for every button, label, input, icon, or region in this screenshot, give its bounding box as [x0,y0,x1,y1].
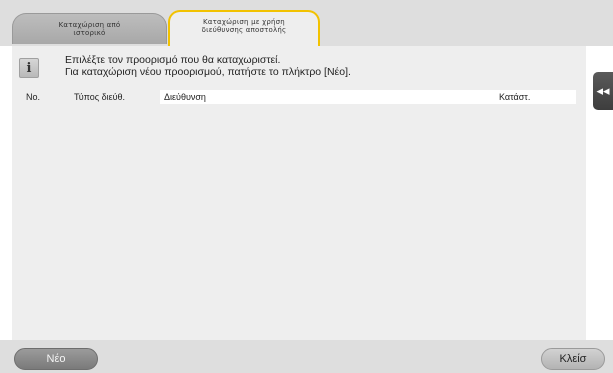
instruction-message: Επιλέξτε τον προορισμό που θα καταχωριστ… [65,54,351,78]
column-header-address: Διεύθυνση [160,90,496,104]
column-header-number: No. [26,92,41,102]
tab-register-using-destination-address[interactable]: Καταχώριση με χρήση διεύθυνσης αποστολής [168,10,320,46]
info-icon: i [19,58,39,78]
tab-register-using-destination-address-label: Καταχώριση με χρήση διεύθυνσης αποστολής [201,18,287,34]
content-panel: i Επιλέξτε τον προορισμό που θα καταχωρι… [12,46,586,340]
column-header-status: Κατάστ. [496,90,576,104]
tab-register-from-history[interactable]: Καταχώριση από ιστορικό [12,13,167,44]
instruction-line-2: Για καταχώριση νέου προορισμού, πατήστε … [65,66,351,78]
double-chevron-left-icon: ◂◂ [596,83,610,99]
side-panel-toggle-button[interactable]: ◂◂ [593,72,613,110]
close-button[interactable]: Κλείσ [541,348,605,370]
instruction-line-1: Επιλέξτε τον προορισμό που θα καταχωριστ… [65,54,281,66]
new-button[interactable]: Νέο [14,348,98,370]
column-header-address-type: Τύπος διεύθ. [74,92,126,102]
tab-register-from-history-label: Καταχώριση από ιστορικό [58,21,121,37]
destination-table-header: No. Τύπος διεύθ. Διεύθυνση Κατάστ. [22,90,576,104]
